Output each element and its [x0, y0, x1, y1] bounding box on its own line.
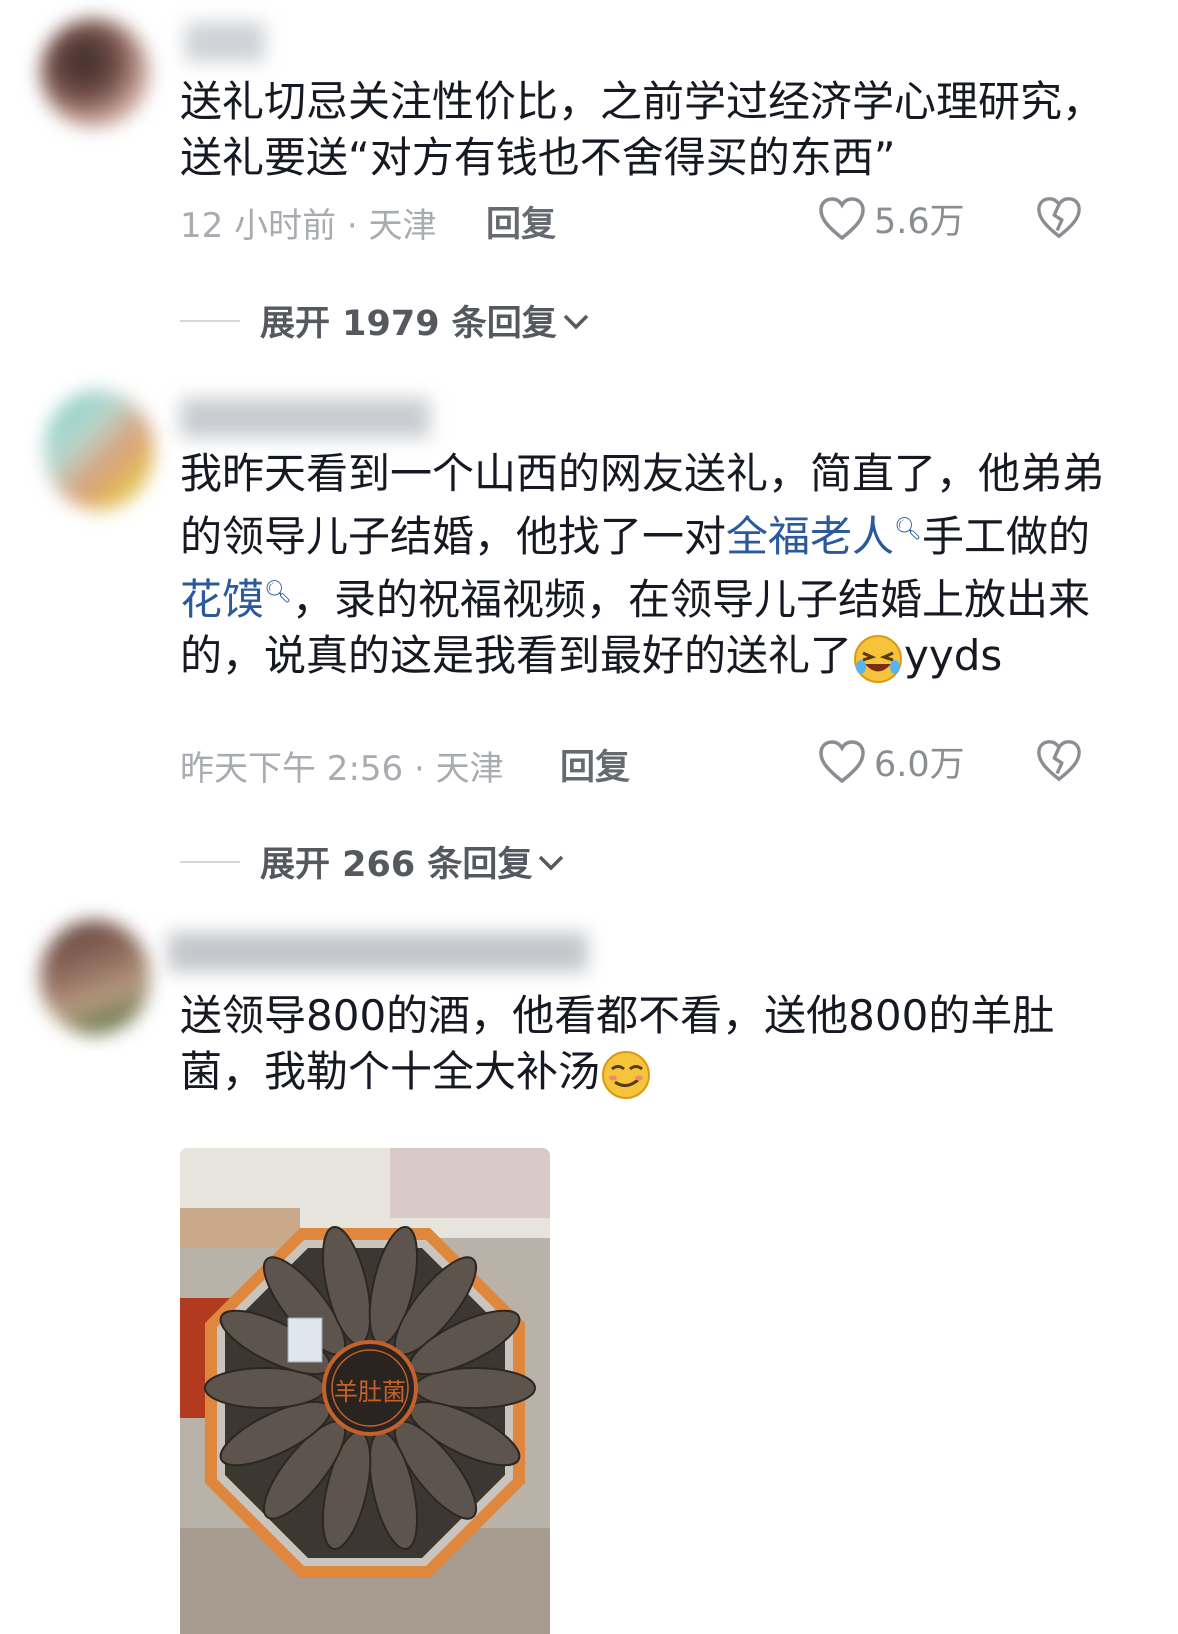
like-button[interactable]: 5.6万	[818, 193, 965, 244]
chevron-down-icon	[563, 314, 589, 329]
smirk-emoji	[600, 1049, 652, 1101]
username[interactable]	[180, 398, 430, 438]
expand-replies-button[interactable]: 展开 266 条回复	[180, 836, 566, 887]
laughing-emoji	[852, 633, 904, 685]
comment-image[interactable]: 羊肚菌	[180, 1148, 550, 1634]
divider-line	[180, 319, 240, 322]
expand-label: 展开 1979 条回复	[260, 304, 557, 344]
broken-heart-icon	[1037, 197, 1081, 239]
like-count: 5.6万	[874, 202, 965, 242]
box-stamp-text: 羊肚菌	[334, 1378, 406, 1406]
heart-outline-icon	[819, 196, 865, 240]
search-icon: 🔍︎	[264, 580, 292, 605]
avatar[interactable]	[40, 18, 150, 128]
morel-gift-box-photo: 羊肚菌	[180, 1148, 550, 1634]
comment-meta: 昨天下午 2:56 · 天津	[180, 749, 504, 789]
expand-replies-button[interactable]: 展开 1979 条回复	[180, 295, 591, 346]
dislike-button[interactable]	[1036, 739, 1082, 787]
username[interactable]	[185, 22, 265, 62]
dislike-button[interactable]	[1036, 196, 1082, 244]
avatar[interactable]	[44, 390, 154, 510]
comment-text: 送礼切忌关注性价比，之前学过经济学心理研究，送礼要送“对方有钱也不舍得买的东西”	[180, 77, 1105, 182]
broken-heart-icon	[1037, 740, 1081, 782]
topic-link-huamo[interactable]: 花馍🔍︎	[180, 575, 292, 624]
like-button[interactable]: 6.0万	[818, 736, 965, 787]
reply-button[interactable]: 回复	[486, 196, 556, 247]
reply-button[interactable]: 回复	[560, 739, 630, 790]
username[interactable]	[168, 932, 588, 972]
expand-label: 展开 266 条回复	[260, 845, 533, 885]
topic-link-quanfu-laoren[interactable]: 全福老人🔍︎	[726, 512, 922, 561]
comment-meta: 12 小时前 · 天津	[180, 206, 437, 246]
like-count: 6.0万	[874, 745, 965, 785]
heart-outline-icon	[819, 739, 865, 783]
avatar[interactable]	[40, 920, 150, 1035]
search-icon: 🔍︎	[894, 517, 922, 542]
chevron-down-icon	[539, 855, 564, 870]
comment-text: 我昨天看到一个山西的网友送礼，简直了，他弟弟的领导儿子结婚，他找了一对全福老人🔍…	[180, 446, 1110, 685]
divider-line	[180, 860, 240, 863]
comment-text: 送领导800的酒，他看都不看，送他800的羊肚菌，我勒个十全大补汤	[180, 988, 1110, 1101]
